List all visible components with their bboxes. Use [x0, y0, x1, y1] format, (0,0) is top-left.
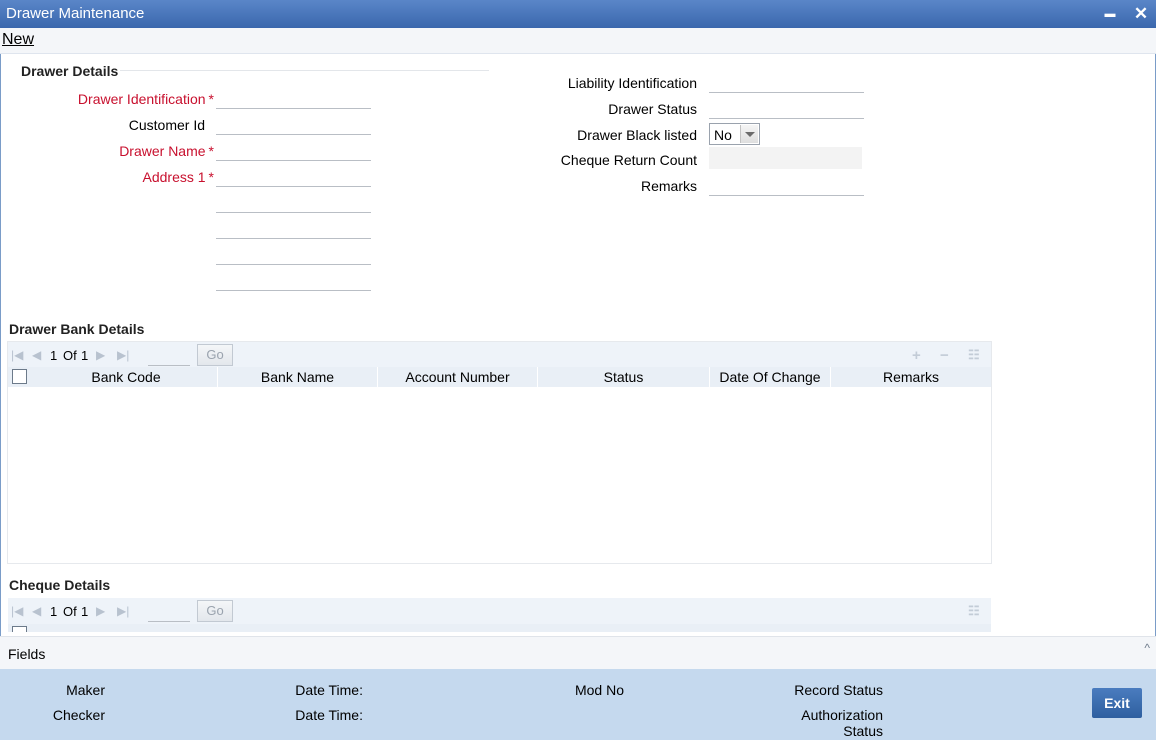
- cheque-page-input[interactable]: [148, 602, 190, 622]
- customer-id-field[interactable]: [216, 113, 371, 135]
- cheque-go-button[interactable]: Go: [197, 600, 233, 622]
- toolbar: New: [0, 28, 1156, 54]
- fields-label[interactable]: Fields: [8, 646, 45, 662]
- column-account-number[interactable]: Account Number: [378, 367, 538, 387]
- bank-pager-current: 1: [50, 348, 58, 363]
- drawer-name-label: Drawer Name *: [119, 143, 214, 159]
- chevron-down-icon[interactable]: [740, 125, 758, 143]
- checker-label: Checker: [52, 707, 105, 723]
- cheque-select-all-checkbox[interactable]: [12, 626, 27, 632]
- authorization-status-label-line1: Authorization: [801, 707, 883, 723]
- single-view-icon[interactable]: ☷: [968, 347, 980, 363]
- record-status-label: Record Status: [794, 682, 883, 698]
- liability-identification-label: Liability Identification: [567, 75, 697, 91]
- checker-date-time-label: Date Time:: [295, 707, 363, 723]
- next-page-icon[interactable]: ▶: [96, 348, 105, 362]
- last-page-icon[interactable]: ▶|: [117, 604, 129, 618]
- first-page-icon[interactable]: |◀: [11, 604, 23, 618]
- drawer-black-listed-value: No: [714, 127, 732, 143]
- audit-footer: Maker Checker Date Time: Date Time: Mod …: [0, 669, 1156, 740]
- next-page-icon[interactable]: ▶: [96, 604, 105, 618]
- remarks-field[interactable]: [709, 174, 864, 196]
- bank-go-button[interactable]: Go: [197, 344, 233, 366]
- cheque-details-title: Cheque Details: [9, 577, 111, 593]
- column-remarks[interactable]: Remarks: [831, 367, 991, 387]
- address-line-5-field[interactable]: [216, 269, 371, 291]
- address-line-2-field[interactable]: [216, 191, 371, 213]
- authorization-status-label-line2: Status: [843, 723, 883, 739]
- bank-page-input[interactable]: [148, 346, 190, 366]
- bank-grid-navbar: |◀ ◀ 1 Of 1 ▶ ▶| Go + − ☷: [8, 342, 991, 368]
- drawer-identification-label: Drawer Identification *: [77, 91, 214, 107]
- mod-no-label: Mod No: [574, 682, 624, 698]
- window-titlebar: Drawer Maintenance ▬ ✕: [0, 0, 1156, 28]
- bank-grid-header: Bank Code Bank Name Account Number Statu…: [8, 367, 991, 387]
- address-1-label: Address 1 *: [142, 169, 215, 185]
- last-page-icon[interactable]: ▶|: [117, 348, 129, 362]
- delete-row-icon[interactable]: −: [940, 347, 949, 364]
- cheque-pager-total: 1: [81, 604, 89, 619]
- address-line-4-field[interactable]: [216, 243, 371, 265]
- cheque-pager-current: 1: [50, 604, 58, 619]
- previous-page-icon[interactable]: ◀: [32, 604, 41, 618]
- add-row-icon[interactable]: +: [912, 347, 921, 364]
- customer-id-label: Customer Id: [128, 117, 205, 133]
- drawer-status-label: Drawer Status: [608, 101, 697, 117]
- bank-pager-total: 1: [81, 348, 89, 363]
- chevron-up-icon[interactable]: ^: [1144, 641, 1150, 655]
- bank-pager-of: Of: [63, 348, 77, 363]
- maker-label: Maker: [66, 682, 105, 698]
- minimize-icon[interactable]: ▬: [1100, 4, 1120, 24]
- cheque-return-count-field: [709, 147, 862, 169]
- address-line-3-field[interactable]: [216, 217, 371, 239]
- cheque-grid-navbar: |◀ ◀ 1 Of 1 ▶ ▶| Go ☷: [8, 598, 991, 624]
- drawer-details-title: Drawer Details: [21, 63, 119, 79]
- close-icon[interactable]: ✕: [1131, 4, 1151, 24]
- column-status[interactable]: Status: [538, 367, 710, 387]
- remarks-label: Remarks: [640, 178, 697, 194]
- cheque-pager-of: Of: [63, 604, 77, 619]
- drawer-identification-field[interactable]: [216, 87, 371, 109]
- drawer-black-listed-select[interactable]: No: [709, 123, 760, 145]
- select-all-checkbox[interactable]: [12, 369, 27, 384]
- fields-bar[interactable]: Fields ^: [0, 636, 1156, 669]
- cheque-grid-header: [8, 624, 991, 632]
- drawer-status-field[interactable]: [709, 97, 864, 119]
- cheque-return-count-label: Cheque Return Count: [560, 152, 697, 168]
- liability-identification-field[interactable]: [709, 71, 864, 93]
- window-title: Drawer Maintenance: [6, 5, 145, 22]
- column-bank-code[interactable]: Bank Code: [35, 367, 218, 387]
- drawer-bank-details-title: Drawer Bank Details: [9, 321, 145, 337]
- section-divider: [120, 70, 489, 71]
- drawer-black-listed-label: Drawer Black listed: [577, 127, 697, 143]
- column-bank-name[interactable]: Bank Name: [218, 367, 378, 387]
- first-page-icon[interactable]: |◀: [11, 348, 23, 362]
- drawer-name-field[interactable]: [216, 139, 371, 161]
- column-date-of-change[interactable]: Date Of Change: [710, 367, 831, 387]
- maker-date-time-label: Date Time:: [295, 682, 363, 698]
- exit-button[interactable]: Exit: [1092, 688, 1142, 718]
- single-view-icon[interactable]: ☷: [968, 603, 980, 619]
- previous-page-icon[interactable]: ◀: [32, 348, 41, 362]
- address-line-1-field[interactable]: [216, 165, 371, 187]
- new-link[interactable]: New: [2, 31, 34, 49]
